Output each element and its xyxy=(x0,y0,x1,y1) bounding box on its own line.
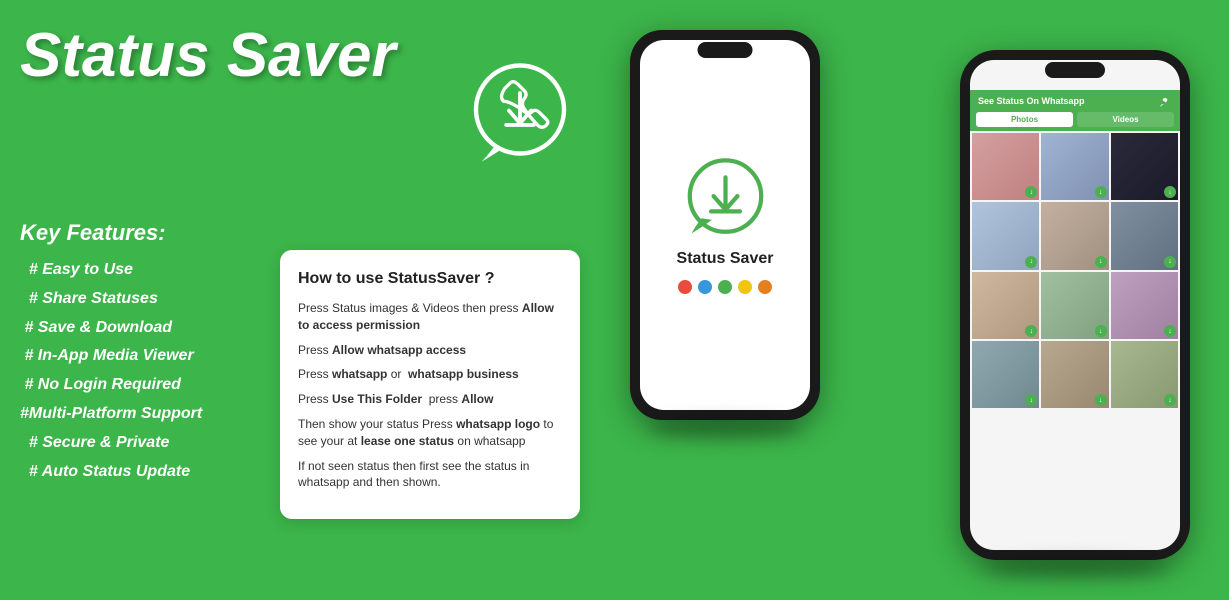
download-btn-3[interactable]: ↓ xyxy=(1164,186,1176,198)
phone1-dots xyxy=(678,280,772,294)
download-btn-5[interactable]: ↓ xyxy=(1095,256,1107,268)
download-btn-11[interactable]: ↓ xyxy=(1095,394,1107,406)
download-btn-2[interactable]: ↓ xyxy=(1095,186,1107,198)
photo-cell-1: ↓ xyxy=(972,133,1039,200)
photo-cell-12: ↓ xyxy=(1111,341,1178,408)
photo-cell-5: ↓ xyxy=(1041,202,1108,269)
dot-orange xyxy=(758,280,772,294)
phone2-app-header: See Status On Whatsapp xyxy=(970,90,1180,112)
download-btn-10[interactable]: ↓ xyxy=(1025,394,1037,406)
how-to-use-step-4: Press Use This Folder press Allow xyxy=(298,391,562,408)
feature-auto-update: # Auto Status Update xyxy=(20,458,202,487)
download-btn-9[interactable]: ↓ xyxy=(1164,325,1176,337)
feature-multi-platform: #Multi-Platform Support xyxy=(20,400,202,429)
how-to-use-step-3: Press whatsapp or whatsapp business xyxy=(298,366,562,383)
whatsapp-logo-icon xyxy=(465,60,575,170)
feature-save-download: # Save & Download xyxy=(20,314,202,343)
dot-red xyxy=(678,280,692,294)
download-btn-6[interactable]: ↓ xyxy=(1164,256,1176,268)
download-btn-12[interactable]: ↓ xyxy=(1164,394,1176,406)
download-btn-1[interactable]: ↓ xyxy=(1025,186,1037,198)
app-icon-svg xyxy=(683,157,768,242)
how-to-use-card: How to use StatusSaver ? Press Status im… xyxy=(280,250,580,519)
feature-no-login: # No Login Required xyxy=(20,371,202,400)
feature-share-statuses: # Share Statuses xyxy=(20,285,202,314)
feature-secure-private: # Secure & Private xyxy=(20,429,202,458)
phone2-header-title: See Status On Whatsapp xyxy=(978,96,1085,106)
phone-screen-1: Status Saver xyxy=(640,40,810,410)
phone2-whatsapp-icon xyxy=(1158,94,1172,108)
photo-cell-9: ↓ xyxy=(1111,272,1178,339)
key-features-section: Key Features: # Easy to Use # Share Stat… xyxy=(20,220,202,486)
download-btn-8[interactable]: ↓ xyxy=(1095,325,1107,337)
phone-notch-1 xyxy=(698,42,753,58)
download-btn-4[interactable]: ↓ xyxy=(1025,256,1037,268)
key-features-title: Key Features: xyxy=(20,220,202,246)
dot-yellow xyxy=(738,280,752,294)
how-to-use-step-2: Press Allow whatsapp access xyxy=(298,342,562,359)
photo-cell-4: ↓ xyxy=(972,202,1039,269)
download-btn-7[interactable]: ↓ xyxy=(1025,325,1037,337)
photo-cell-7: ↓ xyxy=(972,272,1039,339)
dot-green xyxy=(718,280,732,294)
how-to-use-step-5: Then show your status Press whatsapp log… xyxy=(298,416,562,450)
phone2-tab-photos[interactable]: Photos xyxy=(976,112,1073,127)
phone2-tabs: Photos Videos xyxy=(970,112,1180,131)
photo-cell-6: ↓ xyxy=(1111,202,1178,269)
photo-cell-10: ↓ xyxy=(972,341,1039,408)
photo-cell-3: ↓ xyxy=(1111,133,1178,200)
phone2-photo-grid: ↓ ↓ ↓ ↓ ↓ ↓ ↓ ↓ ↓ ↓ ↓ ↓ xyxy=(970,131,1180,410)
photo-cell-8: ↓ xyxy=(1041,272,1108,339)
app-title: Status Saver xyxy=(20,20,396,91)
whatsapp-icon-container xyxy=(420,10,620,220)
feature-in-app-media: # In-App Media Viewer xyxy=(20,342,202,371)
phone-screen-2: See Status On Whatsapp Photos Videos ↓ ↓… xyxy=(970,60,1180,550)
phone-notch-2 xyxy=(1045,62,1105,78)
phone2-tab-videos[interactable]: Videos xyxy=(1077,112,1174,127)
feature-easy-to-use: # Easy to Use xyxy=(20,256,202,285)
phone-mockup-1: Status Saver xyxy=(630,30,820,420)
phone1-app-title: Status Saver xyxy=(677,250,774,268)
how-to-use-step-1: Press Status images & Videos then press … xyxy=(298,300,562,334)
photo-cell-11: ↓ xyxy=(1041,341,1108,408)
how-to-use-step-6: If not seen status then first see the st… xyxy=(298,458,562,492)
how-to-use-title: How to use StatusSaver ? xyxy=(298,270,562,288)
photo-cell-2: ↓ xyxy=(1041,133,1108,200)
phone-mockup-2: See Status On Whatsapp Photos Videos ↓ ↓… xyxy=(960,50,1190,560)
dot-blue xyxy=(698,280,712,294)
